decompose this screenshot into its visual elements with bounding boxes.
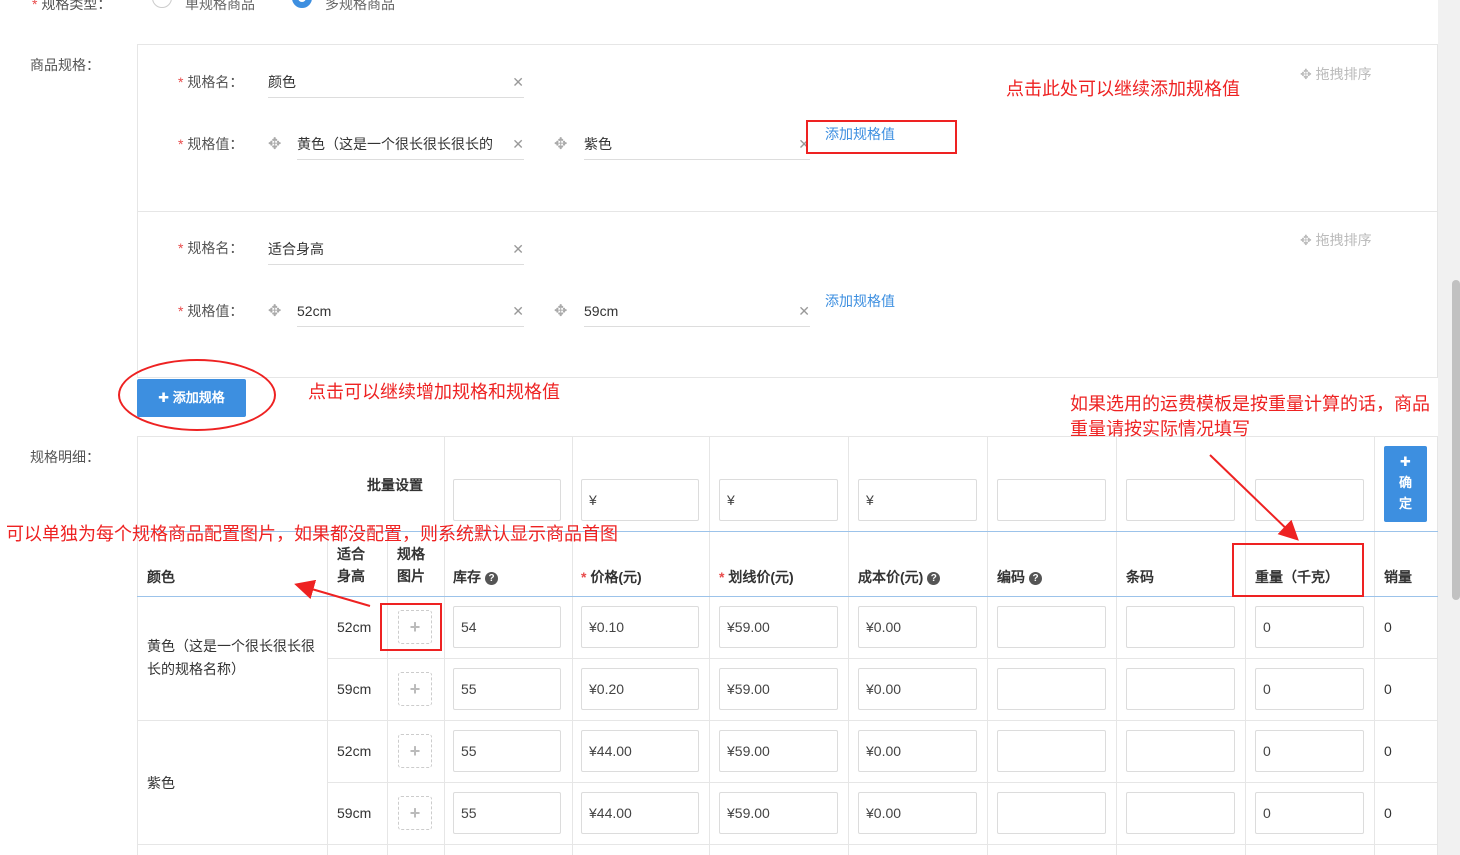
annotation-arrows [294, 454, 1299, 607]
page-scrollbar[interactable] [1438, 0, 1460, 855]
scrollbar-thumb[interactable] [1452, 280, 1460, 600]
arrow-to-color-col [294, 579, 371, 607]
arrow-to-weight [1209, 454, 1299, 541]
